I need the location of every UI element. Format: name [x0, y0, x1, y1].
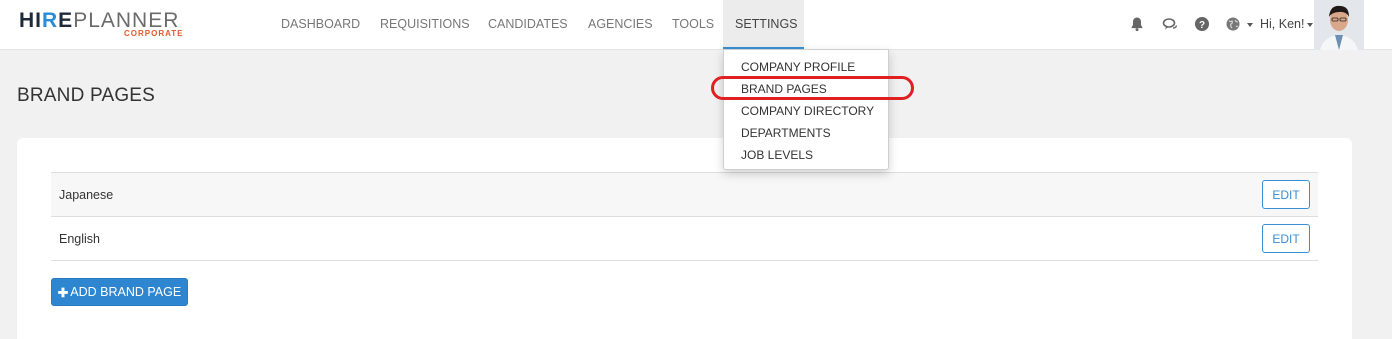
nav-tools[interactable]: TOOLS	[660, 0, 726, 49]
nav-requisitions[interactable]: REQUISITIONS	[368, 0, 482, 49]
nav-agencies[interactable]: AGENCIES	[576, 0, 665, 49]
hireplanner-logo[interactable]: HIREPLANNER CORPORATE	[19, 10, 183, 40]
page-title: BRAND PAGES	[17, 85, 156, 106]
brand-page-name: English	[59, 231, 100, 246]
table-divider	[51, 260, 1318, 261]
table-row: English EDIT	[51, 216, 1318, 260]
top-navbar: HIREPLANNER CORPORATE DASHBOARD REQUISIT…	[0, 0, 1392, 50]
nav-candidates[interactable]: CANDIDATES	[476, 0, 580, 49]
svg-text:?: ?	[1199, 20, 1205, 31]
menu-item-departments[interactable]: DEPARTMENTS	[724, 122, 888, 144]
menu-item-job-levels[interactable]: JOB LEVELS	[724, 144, 888, 166]
brand-page-name: Japanese	[59, 187, 114, 202]
logo-subtitle: CORPORATE	[124, 29, 184, 38]
avatar[interactable]	[1314, 0, 1364, 50]
user-caret-icon	[1307, 22, 1314, 27]
table-row: Japanese EDIT	[51, 172, 1318, 216]
user-menu[interactable]: Hi, Ken!	[1260, 0, 1314, 50]
menu-item-company-directory[interactable]: COMPANY DIRECTORY	[724, 100, 888, 122]
chat-icon[interactable]	[1162, 16, 1178, 32]
language-caret-icon[interactable]	[1247, 23, 1253, 27]
nav-settings[interactable]: SETTINGS	[723, 0, 804, 49]
bell-icon[interactable]	[1129, 16, 1145, 32]
edit-button[interactable]: EDIT	[1262, 224, 1310, 253]
edit-button[interactable]: EDIT	[1262, 180, 1310, 209]
help-icon[interactable]: ?	[1194, 16, 1210, 32]
settings-dropdown-menu: COMPANY PROFILE BRAND PAGES COMPANY DIRE…	[723, 49, 889, 170]
nav-dashboard[interactable]: DASHBOARD	[269, 0, 372, 49]
globe-icon[interactable]	[1225, 16, 1241, 32]
highlight-annotation	[711, 76, 914, 100]
add-brand-page-button[interactable]: ✚ ADD BRAND PAGE	[51, 278, 188, 306]
menu-item-company-profile[interactable]: COMPANY PROFILE	[724, 56, 888, 78]
plus-icon: ✚	[57, 285, 69, 300]
brand-pages-panel: Japanese EDIT English EDIT ✚ ADD BRAND P…	[17, 138, 1352, 339]
